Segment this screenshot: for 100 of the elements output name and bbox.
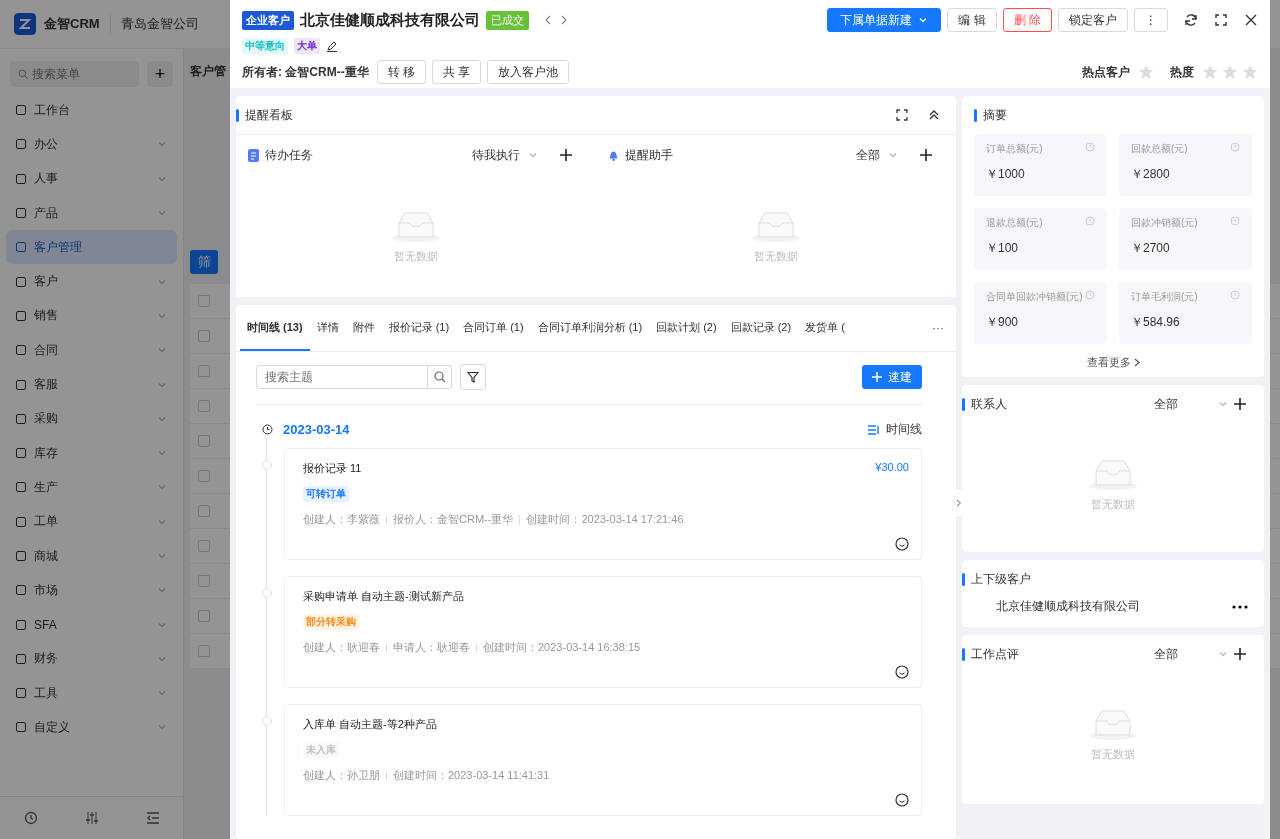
detail-tab[interactable]: 报价记录 (1): [381, 305, 457, 351]
chevron-down-icon: [888, 150, 898, 160]
list-icon: [868, 424, 880, 435]
filter-dropdown[interactable]: 全部: [1154, 645, 1228, 663]
filter-dropdown[interactable]: 待我执行: [472, 146, 538, 164]
empty-inbox-icon: [751, 209, 801, 243]
collapse-menu-icon[interactable]: [145, 811, 160, 825]
owner-action-button[interactable]: 共 享: [432, 60, 482, 84]
quick-create-button[interactable]: 速建: [862, 365, 922, 389]
related-customer[interactable]: 北京佳健顺成科技有限公司: [996, 598, 1140, 615]
row-checkbox[interactable]: [198, 435, 210, 447]
plus-icon: [872, 372, 882, 382]
detail-tab[interactable]: 时间线 (13): [240, 305, 310, 351]
row-checkbox[interactable]: [198, 505, 210, 517]
bell-icon: [608, 149, 619, 161]
row-checkbox[interactable]: [198, 540, 210, 552]
star-toggle-icon[interactable]: [1138, 64, 1154, 80]
metric-label: 回款冲销额(元): [1131, 216, 1198, 230]
view-toggle[interactable]: 时间线: [886, 421, 922, 438]
detail-tab[interactable]: 合同订单 (1): [456, 305, 531, 351]
sidebar-item[interactable]: 客服: [6, 367, 177, 402]
sidebar-item[interactable]: 采购: [6, 401, 177, 436]
sidebar-item[interactable]: 工单: [6, 504, 177, 539]
empty-text: 暂无数据: [1091, 747, 1135, 762]
empty-inbox-icon: [391, 209, 441, 243]
fullscreen-icon[interactable]: [1214, 13, 1228, 27]
row-checkbox[interactable]: [198, 470, 210, 482]
detail-tab[interactable]: 合同订单利润分析 (1): [530, 305, 650, 351]
detail-tab[interactable]: 详情: [309, 305, 346, 351]
rating-label: 热点客户: [1082, 63, 1130, 81]
sidebar-item[interactable]: 工具: [6, 676, 177, 711]
sidebar-item[interactable]: 库存: [6, 435, 177, 471]
close-icon[interactable]: [1244, 13, 1258, 27]
history-icon[interactable]: [23, 811, 38, 825]
search-button[interactable]: [428, 365, 452, 389]
sidebar-item[interactable]: 办公: [6, 127, 177, 162]
owner-action-button[interactable]: 放入客户池: [487, 60, 570, 84]
edit-icon[interactable]: [326, 40, 338, 52]
row-checkbox[interactable]: [198, 610, 210, 622]
add-icon[interactable]: [920, 149, 932, 161]
comment-icon[interactable]: [895, 793, 909, 807]
fullscreen-icon[interactable]: [896, 109, 908, 121]
timeline-card[interactable]: 报价记录 11 ¥30.00 可转订单 创建人：李紫薇 报价人：金智CRM--重华 创建时间：2023-03-14 17:21:46: [284, 448, 922, 560]
action-button[interactable]: 锁定客户: [1058, 8, 1128, 32]
filter-dropdown[interactable]: 全部: [856, 146, 898, 164]
sidebar-item[interactable]: 销售: [6, 298, 177, 334]
row-checkbox[interactable]: [198, 575, 210, 587]
empty-text: 暂无数据: [1091, 497, 1135, 512]
filter-button[interactable]: [460, 364, 486, 390]
view-more-link[interactable]: 查看更多: [1080, 354, 1146, 371]
detail-tab[interactable]: 回款记录 (2): [723, 305, 799, 351]
row-checkbox[interactable]: [198, 365, 210, 377]
row-checkbox[interactable]: [198, 330, 210, 342]
sidebar-item[interactable]: 生产: [6, 470, 177, 505]
sidebar-item[interactable]: 自定义: [6, 710, 177, 745]
more-icon[interactable]: [1232, 604, 1248, 609]
sidebar-item[interactable]: 合同: [6, 333, 177, 368]
sliders-icon[interactable]: [84, 811, 99, 825]
next-icon[interactable]: [559, 14, 569, 26]
entry-title: 采购申请单 自动主题-测试新产品: [303, 589, 464, 604]
filter-dropdown[interactable]: 全部: [1154, 395, 1228, 413]
sidebar-item[interactable]: 市场: [6, 573, 177, 608]
comment-icon[interactable]: [895, 537, 909, 551]
section-title: 上下级客户: [971, 570, 1031, 588]
clock-icon: [1230, 142, 1240, 152]
add-icon[interactable]: [560, 149, 572, 161]
sidebar-item[interactable]: SFA: [6, 607, 177, 642]
add-icon[interactable]: [1234, 648, 1246, 660]
timeline-card[interactable]: 入库单 自动主题-等2种产品 未入库 创建人：孙卫朋 创建时间：2023-03-14 11:41:31: [284, 704, 922, 816]
row-checkbox[interactable]: [198, 295, 210, 307]
action-button[interactable]: ⋮: [1134, 8, 1168, 32]
sidebar-item[interactable]: 人事: [6, 161, 177, 196]
star-rating[interactable]: [1202, 64, 1258, 80]
metric-value: ￥1000: [986, 166, 1026, 183]
action-button[interactable]: 编 辑: [947, 8, 997, 32]
menu-search-field[interactable]: 搜索菜单: [10, 61, 139, 87]
owner-action-button[interactable]: 转 移: [376, 60, 426, 84]
more-tabs[interactable]: ···: [924, 321, 952, 335]
row-checkbox[interactable]: [198, 400, 210, 412]
detail-tab[interactable]: 发货单 (: [798, 305, 852, 351]
action-button[interactable]: 下属单据新建: [827, 8, 942, 32]
sidebar-item[interactable]: 产品: [6, 195, 177, 231]
sidebar-item[interactable]: 工作台: [6, 93, 177, 128]
detail-tab[interactable]: 回款计划 (2): [649, 305, 724, 351]
previous-icon[interactable]: [543, 14, 553, 26]
detail-tab[interactable]: 附件: [345, 305, 382, 351]
add-button[interactable]: +: [147, 61, 173, 87]
clock-icon: [1230, 290, 1240, 300]
refresh-icon[interactable]: [1184, 13, 1198, 27]
sidebar-item[interactable]: 商城: [6, 538, 177, 574]
section-title: 工作点评: [971, 645, 1019, 663]
sidebar-item[interactable]: 财务: [6, 641, 177, 677]
collapse-icon[interactable]: [928, 109, 940, 121]
comment-icon[interactable]: [895, 665, 909, 679]
search-field[interactable]: 搜索主题: [256, 365, 428, 389]
add-icon[interactable]: [1234, 398, 1246, 410]
row-checkbox[interactable]: [198, 645, 210, 657]
timeline-card[interactable]: 采购申请单 自动主题-测试新产品 部分转采购 创建人：耿迎春 申请人：耿迎春 创建时间：2023-03-14 16:38:15: [284, 576, 922, 688]
sidebar-item[interactable]: 客户: [6, 264, 177, 299]
customer-type-tag: 企业客户: [242, 10, 294, 30]
